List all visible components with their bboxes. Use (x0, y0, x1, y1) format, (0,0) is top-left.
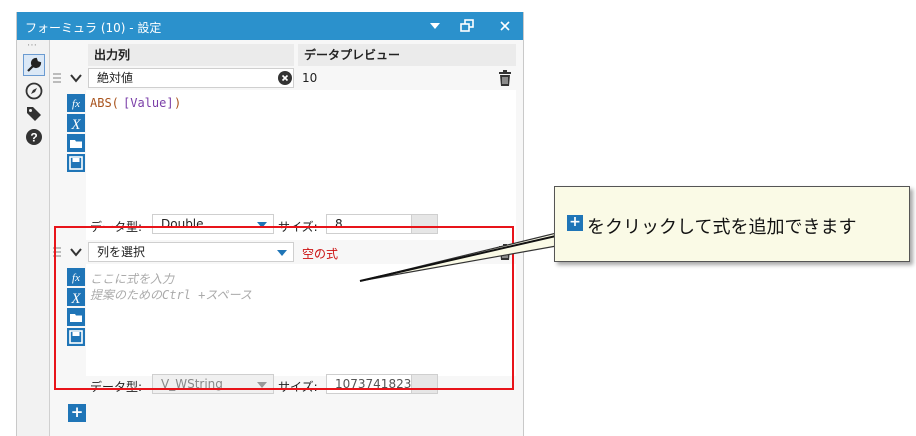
plus-icon: + (567, 215, 583, 231)
callout-box: + をクリックして式を追加できます (554, 186, 910, 262)
callout-text: をクリックして式を追加できます (587, 217, 857, 238)
